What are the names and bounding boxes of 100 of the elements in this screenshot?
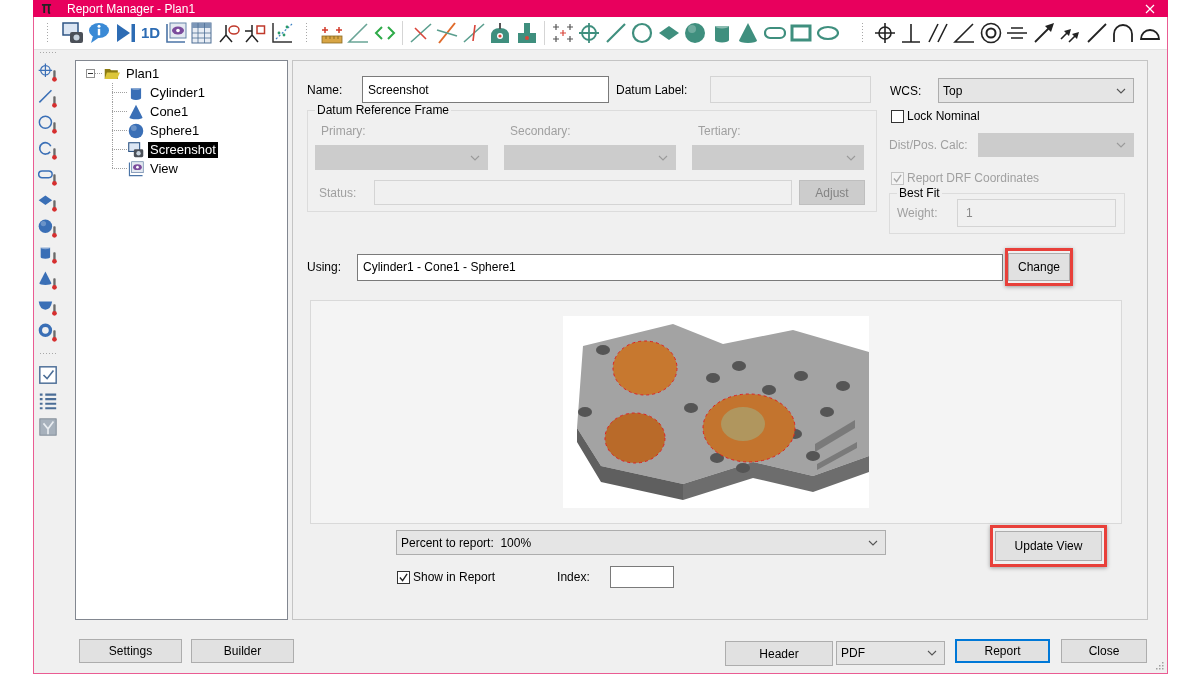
percent-dropdown[interactable]: Percent to report: 100% bbox=[396, 530, 886, 555]
name-field[interactable]: Screenshot bbox=[362, 76, 609, 103]
cone-icon[interactable] bbox=[737, 22, 760, 44]
checked-box-icon[interactable] bbox=[38, 365, 58, 385]
field-label: Secondary: bbox=[510, 124, 571, 138]
group-title: Datum Reference Frame bbox=[316, 103, 451, 117]
using-field: Cylinder1 - Cone1 - Sphere1 bbox=[357, 253, 1003, 281]
ring-probe-icon[interactable] bbox=[38, 322, 58, 342]
cone-probe-icon[interactable] bbox=[38, 270, 58, 290]
cylinder-probe-icon[interactable] bbox=[38, 244, 58, 264]
resize-grip-icon[interactable] bbox=[1154, 660, 1164, 670]
collapse-icon[interactable] bbox=[86, 69, 95, 78]
caret-icon bbox=[927, 650, 937, 656]
caret-icon bbox=[1116, 142, 1126, 148]
close-button[interactable]: Close bbox=[1061, 639, 1147, 663]
checkbox-label: Lock Nominal bbox=[907, 109, 980, 123]
grip-icon[interactable] bbox=[305, 22, 309, 44]
line-icon[interactable] bbox=[604, 22, 627, 44]
grip-icon[interactable] bbox=[39, 352, 57, 355]
index-field[interactable] bbox=[609, 566, 674, 588]
field-label: Status: bbox=[319, 185, 358, 200]
parallel-lines-icon[interactable] bbox=[926, 22, 949, 44]
settings-button[interactable]: Settings bbox=[79, 639, 182, 663]
one-d-button[interactable]: 1D bbox=[141, 22, 161, 44]
crossing-lines-icon[interactable] bbox=[462, 22, 485, 44]
list-icon[interactable] bbox=[38, 391, 58, 411]
caret-icon bbox=[658, 154, 668, 161]
field-label: Weight: bbox=[897, 206, 939, 220]
eye-frame-icon bbox=[128, 160, 144, 177]
header-button[interactable]: Header bbox=[725, 641, 833, 666]
change-button[interactable]: Change bbox=[1008, 253, 1070, 281]
format-dropdown[interactable]: PDF bbox=[836, 641, 945, 665]
cone-icon bbox=[128, 103, 144, 120]
status-field[interactable] bbox=[374, 180, 792, 205]
grip-icon[interactable] bbox=[46, 22, 49, 44]
checkbox[interactable] bbox=[397, 570, 410, 584]
monitor-camera-icon[interactable] bbox=[61, 22, 84, 44]
axes-circle-icon[interactable] bbox=[217, 22, 240, 44]
checkmark-tile-icon[interactable] bbox=[38, 417, 58, 437]
point-grid-icon[interactable] bbox=[551, 22, 574, 44]
grip-icon[interactable] bbox=[39, 51, 57, 54]
line-probe-icon[interactable] bbox=[38, 88, 58, 108]
rectangle-icon[interactable] bbox=[790, 22, 813, 44]
caret-icon bbox=[1116, 87, 1126, 94]
wcs-dropdown[interactable]: Top bbox=[938, 78, 1134, 103]
update-view-button[interactable]: Update View bbox=[995, 531, 1102, 561]
checkbox-label: Show in Report bbox=[413, 570, 496, 584]
circle-probe-icon[interactable] bbox=[38, 114, 58, 134]
window-title: Report Manager - Plan1 bbox=[67, 1, 197, 16]
scatter-plot-icon[interactable] bbox=[270, 22, 293, 44]
caret-icon bbox=[868, 539, 878, 546]
field-label: Primary: bbox=[321, 124, 366, 138]
checkbox-label: Report DRF Coordinates bbox=[907, 171, 1040, 185]
tree-item[interactable]: Screenshot bbox=[148, 141, 218, 158]
tick-icon bbox=[399, 572, 408, 582]
caret-icon bbox=[470, 154, 480, 161]
sphere-icon[interactable] bbox=[684, 22, 707, 44]
grip-icon[interactable] bbox=[861, 22, 865, 44]
tree-item[interactable]: Cylinder1 bbox=[148, 84, 207, 101]
crosshair-probe-icon[interactable] bbox=[38, 62, 58, 82]
monitor-camera-icon bbox=[128, 141, 144, 158]
probe-icon[interactable] bbox=[515, 22, 538, 44]
field-label: Tertiary: bbox=[698, 124, 741, 138]
close-icon[interactable] bbox=[1145, 3, 1155, 14]
crossing-lines-icon[interactable] bbox=[436, 22, 459, 44]
tree-item[interactable]: Plan1 bbox=[124, 65, 162, 82]
field-label: Datum Label: bbox=[616, 82, 689, 97]
builder-button[interactable]: Builder bbox=[191, 639, 294, 663]
crossing-lines-icon[interactable] bbox=[409, 22, 432, 44]
checkbox[interactable] bbox=[891, 109, 904, 123]
probe-icon[interactable] bbox=[489, 22, 512, 44]
report-button[interactable]: Report bbox=[955, 639, 1050, 663]
skip-forward-icon[interactable] bbox=[114, 22, 137, 44]
angle-icon[interactable] bbox=[953, 22, 976, 44]
diagonal-arrow-icon[interactable] bbox=[1032, 22, 1055, 44]
arc-probe-icon[interactable] bbox=[38, 140, 58, 160]
tree-item[interactable]: Cone1 bbox=[148, 103, 191, 120]
circle-icon[interactable] bbox=[631, 22, 654, 44]
slash-icon[interactable] bbox=[1085, 22, 1108, 44]
field-label: Using: bbox=[307, 260, 342, 274]
sphere-icon bbox=[128, 122, 144, 139]
app-icon bbox=[41, 3, 52, 14]
crosshair-icon[interactable] bbox=[578, 22, 601, 44]
concentric-circles-icon[interactable] bbox=[979, 22, 1002, 44]
caret-icon bbox=[846, 154, 856, 161]
axes-square-icon[interactable] bbox=[244, 22, 267, 44]
field-label: Index: bbox=[557, 570, 590, 584]
tree-item[interactable]: Sphere1 bbox=[148, 122, 202, 139]
group-title: Best Fit bbox=[898, 186, 941, 200]
table-icon[interactable] bbox=[191, 22, 214, 44]
eye-frame-icon[interactable] bbox=[164, 22, 187, 44]
arch-icon[interactable] bbox=[1112, 22, 1135, 44]
tick-icon bbox=[893, 173, 902, 183]
field-label: Name: bbox=[307, 82, 344, 97]
target-cross-icon[interactable] bbox=[873, 22, 896, 44]
sphere-probe-icon[interactable] bbox=[38, 218, 58, 238]
field-label: Dist/Pos. Calc: bbox=[889, 138, 969, 152]
info-icon[interactable] bbox=[88, 22, 110, 44]
perpendicular-icon[interactable] bbox=[900, 22, 923, 44]
tree-item[interactable]: View bbox=[148, 160, 180, 177]
